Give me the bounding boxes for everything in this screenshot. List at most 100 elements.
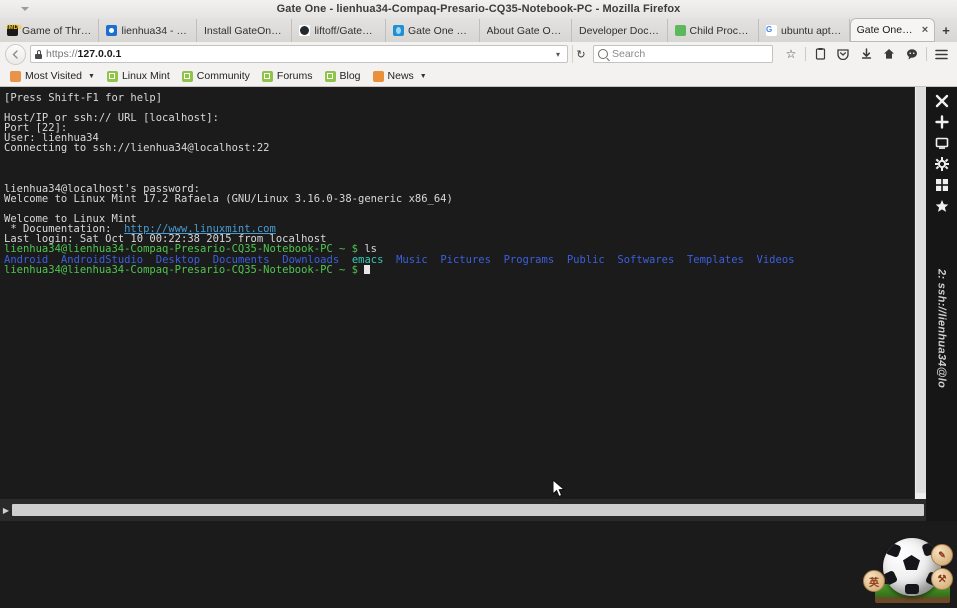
mint-icon: [261, 70, 273, 82]
tab-label: About Gate One ...: [486, 24, 565, 37]
tab-liftoff-gateone[interactable]: liftoff/GateOne: [292, 19, 386, 42]
bookmark-label: Most Visited: [25, 70, 82, 82]
ls-entry-pictures: Pictures: [440, 253, 491, 266]
terminal-blank: [4, 204, 914, 214]
bookmark-linux-mint[interactable]: Linux Mint: [102, 69, 175, 83]
close-icon[interactable]: [930, 91, 954, 111]
ime-language-badge[interactable]: 英: [863, 570, 885, 592]
reader-list-icon[interactable]: [809, 43, 831, 65]
window-title: Gate One - lienhua34-Compaq-Presario-CQ3…: [276, 3, 681, 15]
horizontal-scrollbar[interactable]: ▶: [0, 499, 926, 521]
chevron-down-icon[interactable]: ▾: [556, 50, 563, 59]
tab-gate-one-w[interactable]: Gate One ✦ W...: [386, 19, 480, 42]
bookmark-label: Blog: [339, 70, 361, 82]
search-bar[interactable]: Search: [593, 45, 773, 63]
url-bar[interactable]: https://127.0.0.1 ▾: [30, 45, 568, 63]
tab-label: ubuntu apt se...: [781, 24, 842, 37]
toolbar-icons: ☆: [777, 43, 952, 65]
hamburger-menu-icon[interactable]: [930, 43, 952, 65]
monitor-icon[interactable]: [930, 133, 954, 153]
tab-label: Gate One -...: [856, 24, 915, 36]
url-text: https://127.0.0.1: [46, 48, 121, 60]
gateone-icon: [392, 25, 404, 36]
tab-install-gateone[interactable]: Install GateOne – ...: [197, 19, 293, 42]
rss-icon: [372, 70, 384, 82]
bookmarks-toolbar: Most Visited ▼ Linux Mint Community Foru…: [0, 66, 957, 87]
bookmark-blog[interactable]: Blog: [320, 69, 366, 83]
mint-icon: [106, 70, 118, 82]
soccer-ball-icon: [883, 538, 941, 596]
bookmark-star-icon[interactable]: ☆: [780, 43, 802, 65]
blog-icon: [106, 25, 118, 36]
input-method-widget[interactable]: 英 ✎ ⚒: [855, 530, 955, 608]
ls-entry-videos: Videos: [756, 253, 795, 266]
tab-close-icon[interactable]: ×: [922, 24, 928, 36]
downloads-icon[interactable]: [855, 43, 877, 65]
session-label[interactable]: 2: ssh://lienhua34@lo: [936, 269, 948, 469]
bookmark-label: Linux Mint: [121, 70, 170, 82]
back-button[interactable]: [5, 43, 26, 65]
terminal-cursor: [364, 264, 371, 274]
search-icon: [598, 49, 608, 59]
tab-label: Install GateOne – ...: [203, 24, 285, 37]
ls-entry-music: Music: [396, 253, 428, 266]
google-icon: G: [766, 25, 778, 36]
pocket-icon[interactable]: [832, 43, 854, 65]
gateone-sidebar: 2: ssh://lienhua34@lo: [926, 87, 957, 521]
tab-label: lienhua34 - 博...: [121, 25, 189, 37]
terminal-line: Host/IP or ssh:// URL [localhost]:: [4, 112, 219, 125]
new-terminal-icon[interactable]: [930, 112, 954, 132]
url-scheme: https://: [46, 48, 78, 60]
ime-pencil-badge[interactable]: ✎: [931, 544, 953, 566]
bookmark-label: Community: [196, 70, 250, 82]
title-bar: Gate One - lienhua34-Compaq-Presario-CQ3…: [0, 0, 957, 19]
reload-button[interactable]: ↻: [572, 45, 589, 63]
tab-strip: IMDb Game of Thro... lienhua34 - 博... In…: [0, 18, 957, 43]
url-host: 127.0.0.1: [77, 48, 122, 60]
tab-label: Child Process ...: [689, 24, 752, 37]
scroll-right-arrow-icon[interactable]: ▶: [0, 499, 12, 521]
tab-about-gate-one[interactable]: About Gate One ...: [480, 19, 573, 42]
ime-tools-badge[interactable]: ⚒: [931, 568, 953, 590]
gate-one-page: [Press Shift-F1 for help] Host/IP or ssh…: [0, 87, 957, 603]
tab-child-process[interactable]: Child Process ...: [668, 19, 760, 42]
github-icon: [299, 25, 311, 36]
terminal-help-line: [Press Shift-F1 for help]: [4, 92, 163, 104]
tab-game-of-thrones[interactable]: IMDb Game of Thro...: [0, 19, 100, 42]
new-tab-button[interactable]: +: [935, 19, 957, 42]
bookmark-community[interactable]: Community: [177, 69, 255, 83]
terminal-line: Port [22]:: [4, 122, 68, 135]
mouse-cursor: [552, 478, 566, 499]
terminal-uname-banner: Welcome to Linux Mint 17.2 Rafaela (GNU/…: [4, 192, 453, 205]
tab-label: Gate One ✦ W...: [407, 24, 472, 37]
hello-chat-icon[interactable]: [901, 43, 923, 65]
star-icon[interactable]: [930, 196, 954, 216]
tab-lienhua34-blog[interactable]: lienhua34 - 博...: [99, 19, 197, 42]
search-input[interactable]: Search: [612, 48, 645, 60]
ls-entry-templates: Templates: [686, 253, 744, 266]
window-menu-icon[interactable]: [20, 5, 30, 13]
bookmark-most-visited[interactable]: Most Visited ▼: [5, 69, 100, 83]
scrollbar-thumb[interactable]: [12, 504, 924, 516]
terminal-output[interactable]: [Press Shift-F1 for help] Host/IP or ssh…: [0, 87, 914, 499]
scrollbar-thumb[interactable]: [916, 87, 926, 493]
ls-entry-public: Public: [566, 253, 605, 266]
chevron-down-icon: ▼: [88, 72, 95, 80]
tab-developer-documentation[interactable]: Developer Docum...: [572, 19, 668, 42]
folder-icon: [10, 70, 21, 82]
terminal-active-prompt-line: lienhua34@lienhua34-Compaq-Presario-CQ35…: [4, 264, 914, 275]
tab-label: Developer Docum...: [579, 24, 660, 37]
tab-label: liftoff/GateOne: [314, 24, 378, 37]
gear-icon[interactable]: [930, 154, 954, 174]
bookmark-news[interactable]: News ▼: [368, 69, 432, 83]
bookmark-forums[interactable]: Forums: [257, 69, 318, 83]
green-dot-icon: [674, 25, 686, 36]
mint-icon: [324, 70, 336, 82]
grid-icon[interactable]: [930, 175, 954, 195]
firefox-window: Gate One - lienhua34-Compaq-Presario-CQ3…: [0, 0, 957, 603]
padlock-icon: [35, 49, 42, 59]
tab-gate-one-active[interactable]: Gate One -... ×: [849, 18, 936, 42]
home-icon[interactable]: [878, 43, 900, 65]
bookmark-label: Forums: [276, 70, 313, 82]
tab-ubuntu-apt-search[interactable]: G ubuntu apt se...: [759, 19, 850, 42]
